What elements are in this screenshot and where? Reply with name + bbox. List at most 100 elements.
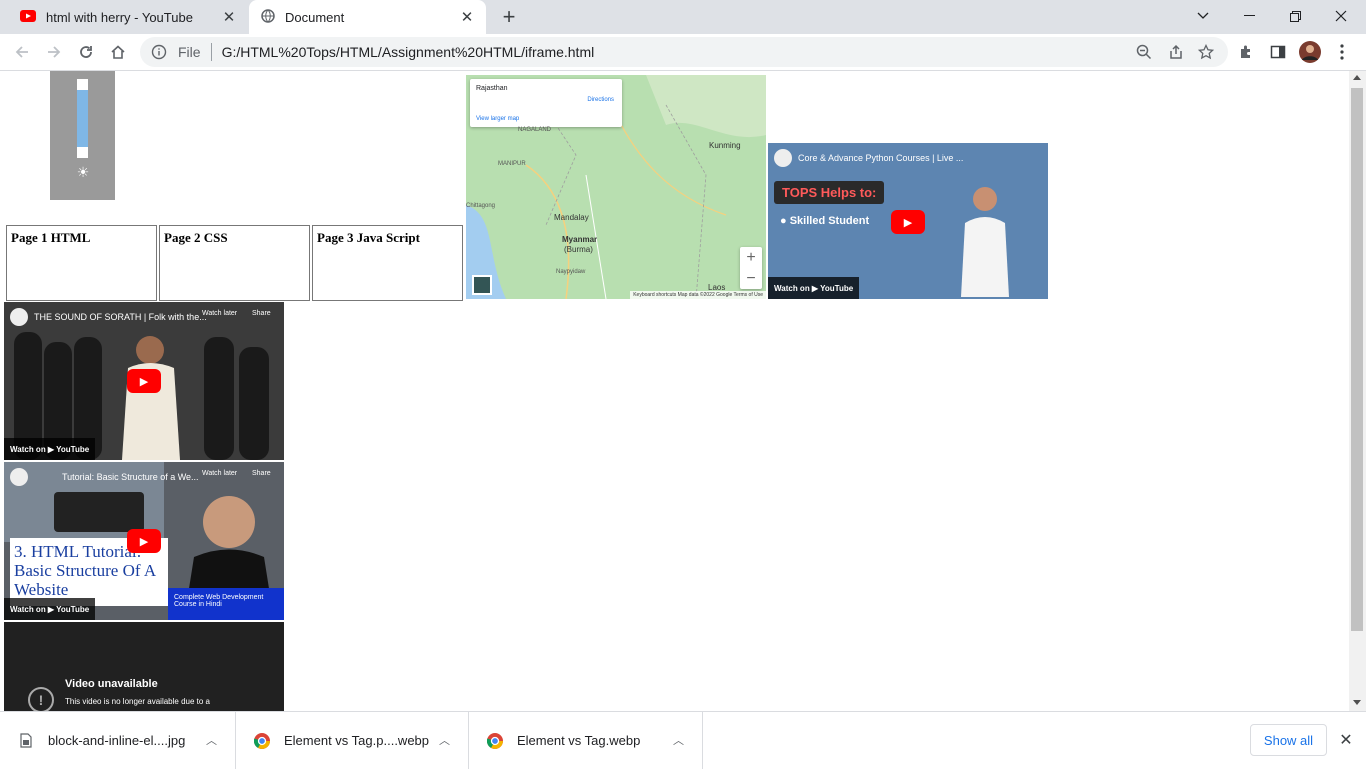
table-cell-css: Page 2 CSS	[159, 225, 310, 301]
table-cell-html: Page 1 HTML	[6, 225, 157, 301]
brightness-slider[interactable]: ☀	[50, 71, 115, 200]
back-icon[interactable]	[10, 40, 34, 64]
map-label: Kunming	[709, 141, 741, 150]
watch-later-button[interactable]: Watch later	[202, 470, 237, 477]
restore-icon[interactable]	[1272, 0, 1318, 32]
forward-icon[interactable]	[42, 40, 66, 64]
download-filename: Element vs Tag.p....webp	[284, 733, 430, 748]
download-item[interactable]: Element vs Tag.webp ︿	[469, 712, 703, 769]
close-tab-icon[interactable]: ✕	[220, 8, 238, 26]
map-label: MANIPUR	[498, 161, 526, 167]
channel-avatar[interactable]	[10, 468, 28, 486]
map-label: (Burma)	[564, 245, 593, 254]
watch-on-youtube[interactable]: Watch on ▶ YouTube	[4, 598, 96, 620]
home-icon[interactable]	[106, 40, 130, 64]
watch-on-youtube[interactable]: Watch on ▶ YouTube	[768, 277, 860, 299]
menu-icon[interactable]	[1330, 40, 1354, 64]
side-panel-icon[interactable]	[1266, 40, 1290, 64]
bookmark-star-icon[interactable]	[1197, 43, 1215, 63]
zoom-out-button[interactable]: −	[740, 268, 762, 289]
zoom-icon[interactable]	[1136, 44, 1152, 63]
play-button[interactable]: ▶	[891, 210, 925, 234]
channel-avatar[interactable]	[10, 308, 28, 326]
scroll-up-icon[interactable]	[1353, 75, 1361, 80]
watch-on-youtube[interactable]: Watch on ▶ YouTube	[4, 438, 96, 460]
unavailable-message: This video is no longer available due to…	[65, 697, 210, 706]
video-course-strip: Complete Web Development Course in Hindi	[168, 588, 284, 620]
directions-link[interactable]: Directions	[587, 97, 614, 103]
new-tab-button[interactable]: +	[498, 6, 520, 28]
file-icon	[18, 733, 34, 749]
download-filename: Element vs Tag.webp	[517, 733, 641, 748]
address-bar[interactable]: File G:/HTML%20Tops/HTML/Assignment%20HT…	[140, 37, 1228, 67]
tab-document[interactable]: Document ✕	[249, 0, 486, 34]
download-item[interactable]: Element vs Tag.p....webp ︿	[236, 712, 469, 769]
reload-icon[interactable]	[74, 40, 98, 64]
tab-youtube[interactable]: html with herry - YouTube ✕	[8, 0, 248, 34]
map-label: NAGALAND	[518, 127, 552, 133]
channel-avatar[interactable]	[774, 149, 792, 167]
share-icon[interactable]	[1168, 44, 1184, 63]
map-label: Naypyidaw	[556, 269, 586, 275]
close-window-icon[interactable]	[1318, 0, 1364, 32]
share-button[interactable]: Share	[252, 310, 271, 317]
slider-fill[interactable]	[77, 90, 88, 147]
close-downloads-icon[interactable]: ✕	[1336, 730, 1356, 750]
toolbar: File G:/HTML%20Tops/HTML/Assignment%20HT…	[0, 34, 1366, 71]
scroll-down-icon[interactable]	[1353, 700, 1361, 705]
alert-icon: !	[28, 687, 54, 711]
chrome-icon	[487, 732, 503, 749]
map-zoom-control: + −	[740, 247, 762, 289]
watch-later-button[interactable]: Watch later	[202, 310, 237, 317]
table-cell-js: Page 3 Java Script	[312, 225, 463, 301]
show-all-button[interactable]: Show all	[1250, 724, 1327, 756]
close-tab-icon[interactable]: ✕	[458, 8, 476, 26]
youtube-embed-unavailable: ! Video unavailable This video is no lon…	[4, 622, 284, 711]
minimize-icon[interactable]	[1226, 0, 1272, 32]
download-item[interactable]: block-and-inline-el....jpg ︿	[0, 712, 236, 769]
scrollbar-thumb[interactable]	[1351, 88, 1363, 631]
globe-icon	[261, 8, 275, 26]
google-map-embed[interactable]: Rajasthan Directions View larger map NAG…	[466, 75, 766, 299]
video-subline-text: ● Skilled Student	[780, 215, 870, 227]
play-button[interactable]: ▶	[127, 529, 161, 553]
tab-title: html with herry - YouTube	[46, 9, 193, 25]
map-place-name: Rajasthan	[476, 85, 508, 92]
map-layer-toggle[interactable]	[472, 275, 492, 295]
chevron-up-icon[interactable]: ︿	[673, 732, 684, 748]
chevron-up-icon[interactable]: ︿	[206, 732, 217, 748]
view-larger-map-link[interactable]: View larger map	[476, 116, 519, 122]
video-title[interactable]: THE SOUND OF SORATH | Folk with the...	[34, 312, 207, 322]
youtube-icon	[20, 9, 36, 25]
map-attribution[interactable]: Keyboard shortcuts Map data ©2022 Google…	[630, 291, 766, 299]
chevron-up-icon[interactable]: ︿	[439, 732, 450, 748]
unavailable-title: Video unavailable	[65, 678, 158, 690]
play-button[interactable]: ▶	[127, 369, 161, 393]
map-place-card: Rajasthan Directions View larger map	[470, 79, 622, 127]
scheme-label: File	[178, 44, 201, 60]
browser-chrome: html with herry - YouTube ✕ Document ✕ +…	[0, 0, 1366, 71]
map-label: Mandalay	[554, 213, 589, 222]
video-title[interactable]: Core & Advance Python Courses | Live ...	[798, 153, 963, 163]
youtube-embed[interactable]: Core & Advance Python Courses | Live ...…	[768, 143, 1048, 299]
video-title[interactable]: Tutorial: Basic Structure of a We...	[62, 472, 199, 482]
map-label: Chittagong	[466, 203, 496, 209]
page-viewport: ☀ Page 1 HTML Page 2 CSS Page 3 Java Scr…	[0, 71, 1366, 711]
tab-title: Document	[285, 9, 345, 25]
tab-search-icon[interactable]	[1180, 0, 1226, 32]
avatar[interactable]	[1298, 40, 1322, 64]
divider	[210, 43, 212, 61]
pages-table: Page 1 HTML Page 2 CSS Page 3 Java Scrip…	[4, 223, 465, 303]
presenter-figure	[961, 187, 1009, 297]
download-filename: block-and-inline-el....jpg	[48, 733, 186, 748]
extensions-icon[interactable]	[1234, 40, 1258, 64]
video-banner-text: TOPS Helps to:	[774, 181, 885, 204]
share-button[interactable]: Share	[252, 470, 271, 477]
brightness-icon: ☀	[76, 163, 90, 180]
url-text[interactable]: G:/HTML%20Tops/HTML/Assignment%20HTML/if…	[222, 44, 595, 60]
info-icon[interactable]	[151, 44, 167, 63]
scrollbar[interactable]	[1349, 71, 1366, 711]
zoom-in-button[interactable]: +	[740, 247, 762, 268]
youtube-embed[interactable]: Tutorial: Basic Structure of a We... Wat…	[4, 462, 284, 620]
youtube-embed[interactable]: THE SOUND OF SORATH | Folk with the... W…	[4, 302, 284, 460]
